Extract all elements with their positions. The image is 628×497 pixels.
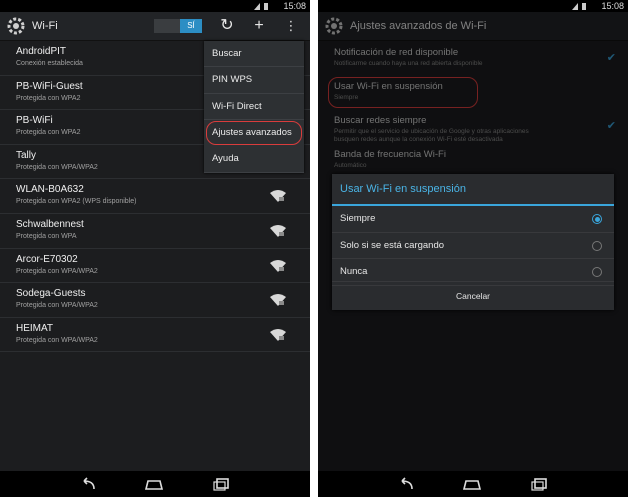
menu-item[interactable]: Ayuda [204,146,304,173]
wifi-signal-icon [270,328,286,341]
cancel-button[interactable]: Cancelar [332,281,614,310]
dialog-option[interactable]: Siempre [332,206,614,233]
clock: 15:08 [283,1,306,11]
menu-item[interactable]: Buscar [204,41,304,68]
navigation-bar [318,471,628,497]
radio-button[interactable] [592,214,602,224]
overflow-menu: Buscar PIN WPS Wi-Fi Direct Ajustes avanzad… [204,41,304,173]
network-row[interactable]: Arcor-E70302 Protegida con WPA/WPA2 [0,249,310,284]
wifi-signal-icon [270,224,286,237]
back-icon[interactable] [396,477,416,491]
signal-battery-icon [572,3,586,10]
network-name: Arcor-E70302 [16,253,78,265]
network-status: Protegida con WPA/WPA2 [16,267,98,275]
network-name: Sodega-Guests [16,288,86,300]
navigation-bar [0,471,310,497]
network-status: Protegida con WPA [16,232,77,240]
network-name: PB-WiFi-Guest [16,80,83,92]
network-row[interactable]: Sodega-Guests Protegida con WPA/WPA2 [0,283,310,318]
network-status: Protegida con WPA2 [16,129,81,137]
network-row[interactable]: HEIMAT Protegida con WPA/WPA2 [0,318,310,353]
radio-button[interactable] [592,267,602,277]
option-label: Siempre [340,213,376,224]
wifi-toggle[interactable]: SÍ [154,19,202,33]
menu-item[interactable]: Wi-Fi Direct [204,94,304,121]
gear-icon[interactable] [6,16,26,36]
menu-item[interactable]: Ajustes avanzados [206,121,302,146]
network-row[interactable]: WLAN-B0A632 Protegida con WPA2 (WPS dispo… [0,179,310,214]
signal-battery-icon [254,3,268,10]
network-name: Schwalbennest [16,218,84,230]
network-name: Tally [16,149,37,161]
dialog-options: Siempre Solo si se está cargando Nunca [332,206,614,286]
action-bar: Wi-Fi SÍ ↻ + ⋮ [0,12,310,41]
network-status: Conexión establecida [16,60,83,67]
network-name: WLAN-B0A632 [16,184,84,196]
status-bar: 15:08 [0,0,310,12]
network-status: Protegida con WPA2 [16,94,81,102]
option-label: Solo si se está cargando [340,239,445,251]
home-icon[interactable] [462,477,482,491]
dialog-option[interactable]: Solo si se está cargando [332,233,614,259]
home-icon[interactable] [144,477,164,491]
page-title: Wi-Fi [32,20,58,32]
recent-apps-icon[interactable] [212,477,232,491]
recent-apps-icon[interactable] [530,477,550,491]
wifi-signal-icon [270,293,286,307]
advanced-wifi-screen: 15:08 Ajustes avanzados de Wi-Fi Notific… [318,0,628,497]
add-network-icon[interactable]: + [251,18,267,34]
menu-item[interactable]: PIN WPS [204,67,304,94]
network-status: Protegida con WPA/WPA2 [16,336,98,344]
toggle-on-label: SÍ [180,19,202,33]
radio-button[interactable] [592,240,602,251]
network-name: AndroidPIT [16,46,67,57]
clock: 15:08 [601,1,624,11]
dialog-title: Usar Wi-Fi en suspensión [332,174,614,206]
network-row[interactable]: Schwalbennest Protegida con WPA [0,214,310,249]
network-name: HEIMAT [16,322,54,334]
overflow-menu-icon[interactable]: ⋮ [283,18,299,34]
network-status: Protegida con WPA/WPA2 [16,163,98,171]
network-name: PB-WiFi [16,115,53,127]
status-bar: 15:08 [318,0,628,12]
network-status: Protegida con WPA/WPA2 [16,302,98,310]
wifi-signal-icon [270,259,286,272]
wifi-screen: 15:08 Wi-Fi SÍ ↻ + ⋮ AndroidPIT Conexión … [0,0,310,497]
back-icon[interactable] [78,477,98,491]
sleep-policy-dialog: Usar Wi-Fi en suspensión Siempre Solo si … [332,174,614,310]
refresh-icon[interactable]: ↻ [219,18,235,34]
network-status: Protegida con WPA2 (WPS disponible) [16,198,137,206]
wifi-signal-icon [270,189,286,203]
